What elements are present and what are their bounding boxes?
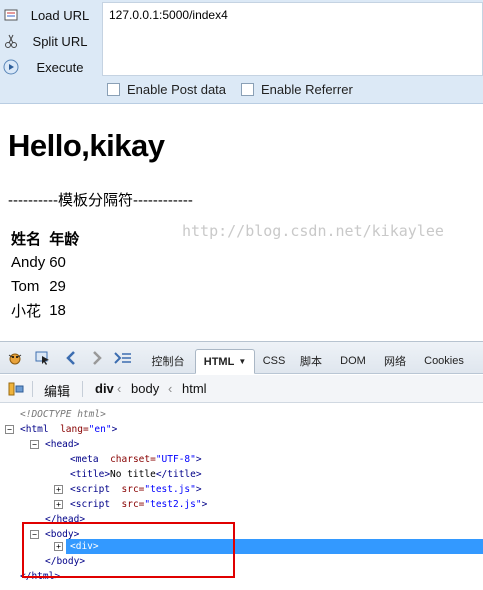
expand-toggle-icon[interactable]: +	[54, 500, 63, 509]
cell-age: 29	[49, 277, 66, 295]
enable-referrer-checkbox[interactable]: Enable Referrer	[241, 82, 353, 97]
hackbar-panel: Load URL Split URL Execute 127.0.0.1:500…	[0, 0, 483, 104]
enable-post-label: Enable Post data	[127, 82, 227, 97]
user-table: 姓名 年龄 Andy 60 Tom 29 小花 18	[8, 225, 82, 323]
url-input[interactable]: 127.0.0.1:5000/index4	[102, 2, 483, 76]
toolbar-separator	[32, 381, 33, 397]
script-test2-line[interactable]: <script src="test2.js">	[70, 497, 207, 512]
load-url-label: Load URL	[30, 7, 90, 23]
tab-css[interactable]: CSS	[260, 350, 288, 372]
layout-icon[interactable]	[8, 382, 24, 399]
title-line[interactable]: <title>No title</title>	[70, 467, 202, 482]
cell-name: Andy	[11, 253, 46, 271]
back-arrow-icon[interactable]	[62, 350, 80, 366]
breadcrumb-chevron-icon: ‹	[117, 381, 122, 396]
page-heading: Hello,kikay	[8, 128, 165, 163]
cell-name: Tom	[11, 277, 40, 295]
scissors-icon	[2, 32, 20, 50]
head-open-line[interactable]: <head>	[45, 437, 79, 452]
script-test-line[interactable]: <script src="test.js">	[70, 482, 202, 497]
header-age: 年龄	[49, 230, 80, 248]
edit-button[interactable]: 编辑	[44, 381, 70, 400]
tab-console[interactable]: 控制台	[147, 350, 189, 372]
firebug-toolbar: 控制台 HTML ▼ CSS 脚本 DOM 网络 Cookies	[0, 342, 483, 374]
breadcrumb-html[interactable]: html	[182, 381, 207, 396]
tab-html-label: HTML	[203, 355, 235, 368]
html-tree: <!DOCTYPE html> − <html lang="en"> − <he…	[0, 404, 483, 590]
table-header-row: 姓名 年龄	[10, 227, 80, 249]
html-open-line[interactable]: <html lang="en">	[20, 422, 117, 437]
chevron-down-icon: ▼	[238, 357, 247, 366]
expand-toggle-icon[interactable]: +	[54, 485, 63, 494]
toolbar-separator	[82, 381, 83, 397]
table-row: 小花 18	[10, 299, 80, 321]
tab-html[interactable]: HTML ▼	[195, 349, 255, 374]
breadcrumb-div[interactable]: div	[95, 381, 114, 396]
cell-age: 60	[49, 253, 66, 271]
split-url-label: Split URL	[32, 33, 88, 49]
cell-age: 18	[49, 301, 66, 319]
breadcrumb-body[interactable]: body	[131, 381, 159, 396]
collapse-toggle-icon[interactable]: −	[5, 425, 14, 434]
watermark-text: http://blog.csdn.net/kikaylee	[182, 222, 444, 240]
split-url-button[interactable]: Split URL	[0, 28, 100, 54]
forward-arrow-icon[interactable]	[88, 350, 106, 366]
tab-network[interactable]: 网络	[378, 350, 412, 372]
template-divider-text: ----------模板分隔符------------	[8, 192, 193, 209]
checkbox-box[interactable]	[241, 83, 254, 96]
header-name: 姓名	[11, 230, 42, 248]
tab-dom[interactable]: DOM	[334, 350, 372, 372]
firebug-panel: 控制台 HTML ▼ CSS 脚本 DOM 网络 Cookies 编辑 div …	[0, 341, 483, 590]
execute-label: Execute	[36, 59, 84, 75]
doctype-line: <!DOCTYPE html>	[20, 409, 106, 420]
table-row: Tom 29	[10, 275, 80, 297]
command-line-icon[interactable]	[114, 350, 132, 366]
meta-line[interactable]: <meta charset="UTF-8">	[70, 452, 202, 467]
enable-post-checkbox[interactable]: Enable Post data	[107, 82, 226, 97]
checkbox-box[interactable]	[107, 83, 120, 96]
cell-name: 小花	[11, 302, 42, 320]
tab-script[interactable]: 脚本	[295, 350, 327, 372]
highlight-annotation-box	[22, 522, 235, 578]
load-url-icon	[2, 6, 20, 24]
firebug-icon[interactable]	[6, 350, 24, 366]
enable-referrer-label: Enable Referrer	[261, 82, 353, 97]
load-url-button[interactable]: Load URL	[0, 2, 100, 28]
tab-cookies[interactable]: Cookies	[418, 350, 470, 372]
breadcrumb-chevron-icon: ‹	[168, 381, 173, 396]
collapse-toggle-icon[interactable]: −	[30, 440, 39, 449]
firebug-breadcrumb-bar: 编辑 div ‹ body ‹ html	[0, 375, 483, 403]
execute-button[interactable]: Execute	[0, 54, 100, 80]
inspect-icon[interactable]	[34, 350, 52, 366]
table-row: Andy 60	[10, 251, 80, 273]
play-icon	[2, 58, 20, 76]
